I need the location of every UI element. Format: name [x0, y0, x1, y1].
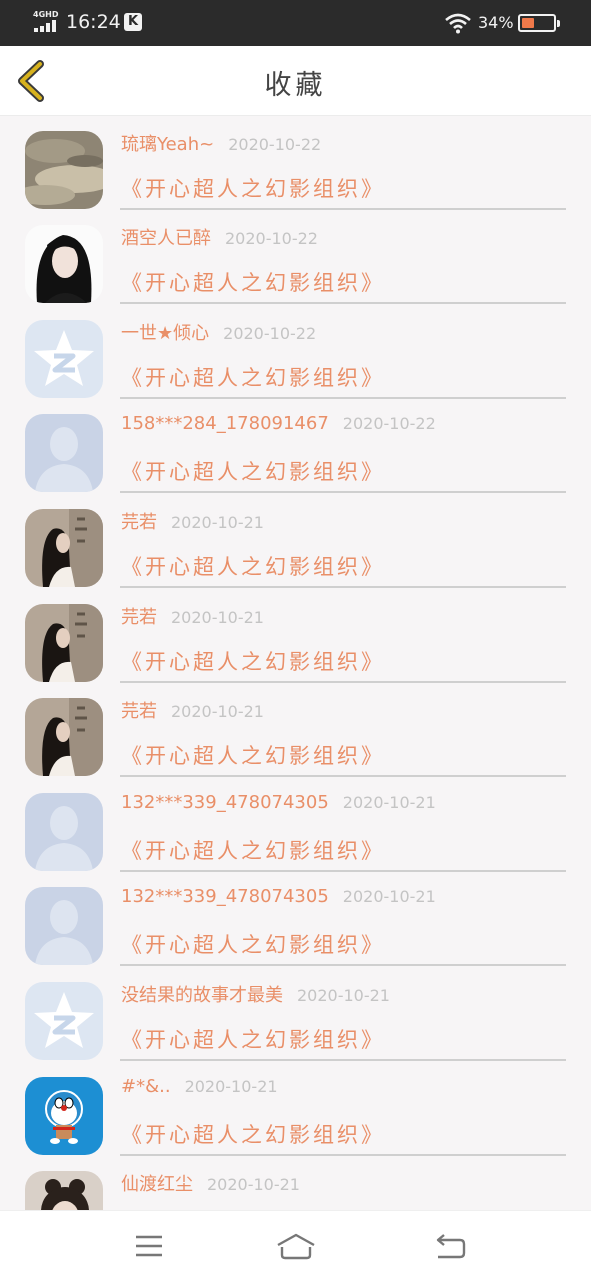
qq-star-icon[interactable] [25, 982, 103, 1060]
user-name: 仙渡红尘 [121, 1174, 193, 1196]
favorite-date: 2020-10-22 [223, 323, 317, 343]
notification-k-icon: K [124, 13, 142, 31]
divider [120, 491, 566, 494]
user-name: 158***284_178091467 [121, 413, 329, 435]
default-user-icon[interactable] [25, 792, 103, 871]
favorite-date: 2020-10-21 [297, 986, 390, 1005]
favorite-date: 2020-10-21 [171, 702, 264, 722]
divider [120, 586, 566, 588]
user-name: 琉璃Yeah~ [121, 133, 215, 155]
divider [120, 680, 566, 683]
favorite-date: 2020-10-21 [342, 887, 436, 907]
avatar[interactable] [25, 698, 103, 777]
favorite-title[interactable]: 《开心超人之幻影组织》 [121, 835, 385, 865]
user-name: 酒空人已醉 [121, 228, 211, 250]
favorite-title[interactable]: 《开心超人之幻影组织》 [121, 456, 385, 486]
default-user-icon[interactable] [25, 887, 103, 966]
avatar[interactable] [25, 225, 103, 304]
qq-star-icon[interactable] [25, 319, 103, 398]
favorite-title[interactable]: 《开心超人之幻影组织》 [121, 1024, 385, 1054]
avatar[interactable] [25, 603, 103, 682]
user-name-line: 芫若 2020-10-21 [121, 697, 264, 723]
user-name: #*&.. [121, 1075, 171, 1097]
battery-percent: 34% [478, 13, 514, 32]
avatar[interactable] [25, 509, 103, 587]
network-type: 4GHD [33, 10, 59, 19]
user-name: 芫若 [121, 606, 157, 628]
menu-icon[interactable] [132, 1231, 166, 1261]
battery-icon [518, 14, 560, 32]
user-name-line: 132***339_478074305 2020-10-21 [121, 792, 436, 813]
default-user-icon[interactable] [25, 414, 103, 493]
favorite-item[interactable]: 芫若 2020-10-21 《开心超人之幻影组织》 [0, 601, 591, 695]
favorite-title[interactable]: 《开心超人之幻影组织》 [121, 646, 385, 676]
favorite-date: 2020-10-22 [228, 134, 322, 154]
user-name-line: 一世★倾心 2020-10-22 [121, 319, 316, 345]
favorite-date: 2020-10-21 [171, 513, 264, 532]
divider [120, 775, 566, 778]
back-arrow-icon[interactable] [434, 1231, 468, 1261]
user-name: 132***339_478074305 [121, 886, 329, 908]
favorite-date: 2020-10-21 [171, 607, 264, 627]
user-name: 芫若 [121, 701, 157, 723]
divider [120, 1153, 566, 1156]
favorite-item[interactable]: 琉璃Yeah~ 2020-10-22 《开心超人之幻影组织》 [0, 128, 591, 222]
favorite-title[interactable]: 《开心超人之幻影组织》 [121, 551, 385, 581]
user-name-line: 仙渡红尘 2020-10-21 [121, 1170, 300, 1196]
favorite-item[interactable]: #*&.. 2020-10-21 《开心超人之幻影组织》 [0, 1074, 591, 1168]
favorite-title[interactable]: 《开心超人之幻影组织》 [121, 173, 385, 203]
user-name-line: 158***284_178091467 2020-10-22 [121, 413, 436, 434]
user-name: 132***339_478074305 [121, 791, 329, 813]
user-name-line: 没结果的故事才最美 2020-10-21 [121, 981, 390, 1007]
divider [120, 207, 566, 210]
page-title: 收藏 [264, 70, 327, 101]
avatar[interactable] [25, 1171, 103, 1210]
favorite-item[interactable]: 158***284_178091467 2020-10-22 《开心超人之幻影组织》 [0, 411, 591, 505]
favorite-title[interactable]: 《开心超人之幻影组织》 [121, 362, 385, 392]
favorite-item[interactable]: 酒空人已醉 2020-10-22 《开心超人之幻影组织》 [0, 222, 591, 316]
favorite-item[interactable]: 一世★倾心 2020-10-22 《开心超人之幻影组织》 [0, 317, 591, 411]
user-name-line: 琉璃Yeah~ 2020-10-22 [121, 130, 321, 156]
divider [120, 302, 566, 305]
divider [120, 964, 566, 967]
user-name-line: 芫若 2020-10-21 [121, 603, 264, 629]
favorite-date: 2020-10-22 [342, 414, 436, 434]
divider [120, 869, 566, 872]
status-bar: 4GHD 16:24 K 34% [0, 0, 591, 46]
favorite-item[interactable]: 《开心超人之幻影组织》 [0, 116, 591, 127]
user-name-line: 酒空人已醉 2020-10-22 [121, 224, 318, 250]
favorite-item[interactable]: 芫若 2020-10-21 《开心超人之幻影组织》 [0, 506, 591, 600]
divider [120, 1059, 566, 1061]
wifi-icon [445, 13, 471, 34]
divider [120, 396, 566, 399]
clock: 16:24 [66, 11, 121, 33]
user-name-line: 132***339_478074305 2020-10-21 [121, 886, 436, 907]
user-name: 一世★倾心 [121, 322, 210, 344]
favorite-item[interactable]: 仙渡红尘 2020-10-21 [0, 1168, 591, 1210]
favorite-date: 2020-10-21 [342, 792, 436, 812]
app-header: 收藏 [0, 46, 591, 116]
favorite-item[interactable]: 132***339_478074305 2020-10-21 《开心超人之幻影组织》 [0, 884, 591, 978]
favorites-list: 《开心超人之幻影组织》琉璃Yeah~2020-10-22《开心超人之幻影组织》酒… [0, 116, 591, 1210]
favorite-item[interactable]: 没结果的故事才最美 2020-10-21 《开心超人之幻影组织》 [0, 979, 591, 1073]
favorite-date: 2020-10-21 [184, 1076, 278, 1096]
avatar[interactable] [25, 130, 103, 209]
favorite-title[interactable]: 《开心超人之幻影组织》 [121, 1119, 385, 1149]
favorite-item[interactable]: 132***339_478074305 2020-10-21 《开心超人之幻影组织》 [0, 790, 591, 884]
signal-icon [34, 20, 58, 32]
favorite-date: 2020-10-22 [225, 229, 318, 249]
home-icon[interactable] [276, 1231, 316, 1261]
user-name-line: #*&.. 2020-10-21 [121, 1076, 278, 1097]
favorite-title[interactable]: 《开心超人之幻影组织》 [121, 267, 385, 297]
favorite-date: 2020-10-21 [207, 1175, 300, 1195]
user-name-line: 芫若 2020-10-21 [121, 508, 264, 534]
user-name: 没结果的故事才最美 [121, 985, 283, 1006]
user-name: 芫若 [121, 512, 157, 533]
favorite-title[interactable]: 《开心超人之幻影组织》 [121, 740, 385, 770]
favorite-item[interactable]: 芫若 2020-10-21 《开心超人之幻影组织》 [0, 695, 591, 789]
doraemon-icon[interactable] [25, 1076, 103, 1155]
favorite-title[interactable]: 《开心超人之幻影组织》 [121, 929, 385, 959]
system-nav-bar [0, 1210, 591, 1280]
